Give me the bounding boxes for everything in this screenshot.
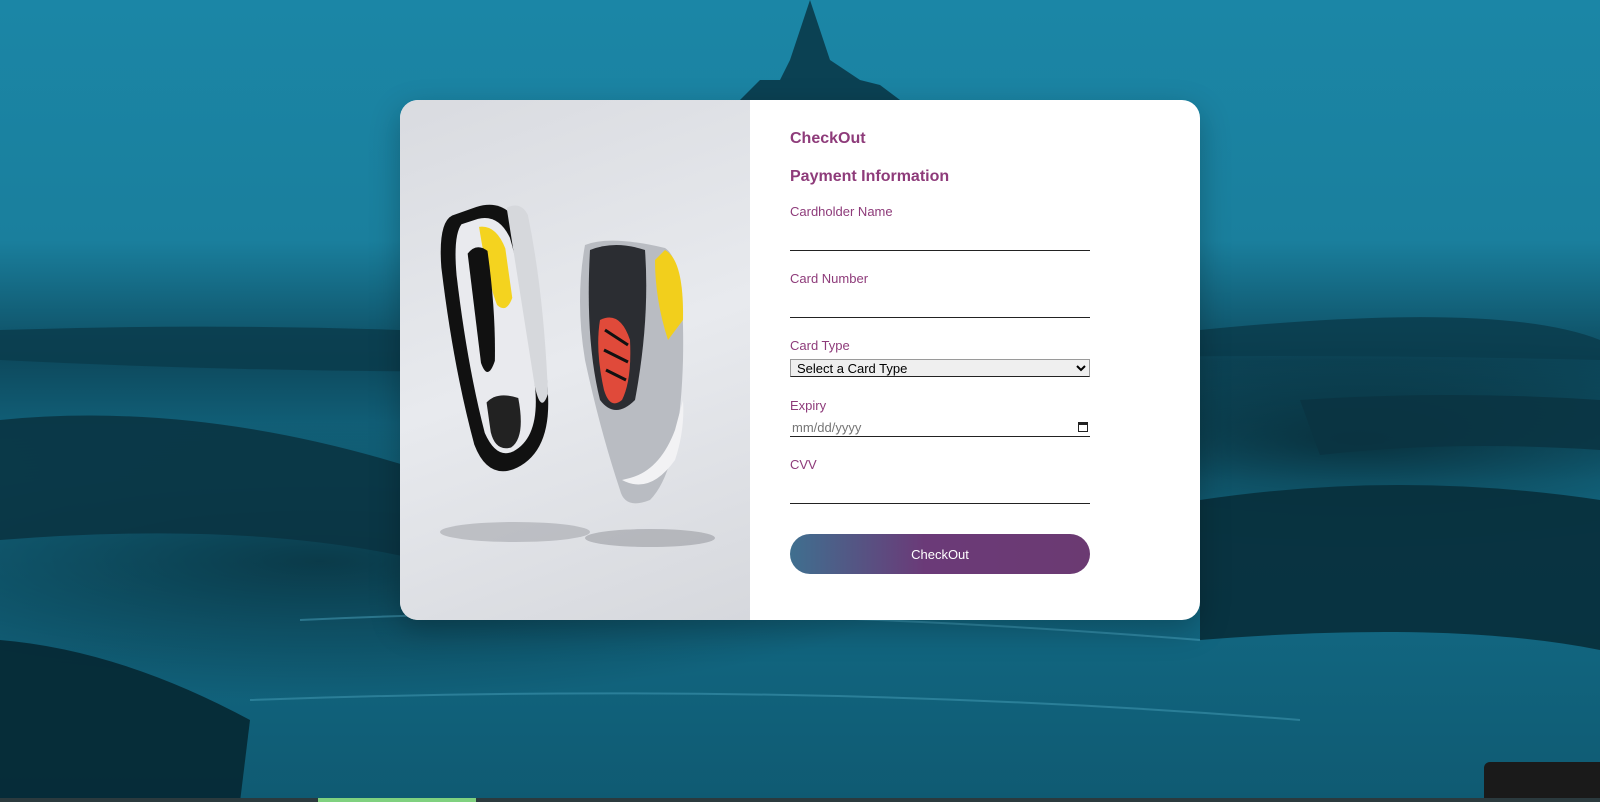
card-type-select[interactable]: Select a Card Type [790, 359, 1090, 377]
calendar-icon[interactable] [1078, 422, 1088, 432]
cardholder-field: Cardholder Name [790, 204, 1090, 251]
checkout-card: CheckOut Payment Information Cardholder … [400, 100, 1200, 620]
section-title: Payment Information [790, 168, 950, 185]
expiry-field: Expiry [790, 398, 1090, 437]
payment-form: CheckOut Payment Information Cardholder … [750, 100, 1200, 620]
card-number-label: Card Number [790, 271, 869, 286]
cardholder-input[interactable] [790, 225, 1090, 251]
checkout-button[interactable]: CheckOut [790, 534, 1090, 574]
card-type-label: Card Type [790, 338, 850, 353]
card-number-input[interactable] [790, 292, 1090, 318]
cardholder-label: Cardholder Name [790, 204, 893, 219]
expiry-input[interactable] [790, 419, 1090, 437]
taskbar-active-item[interactable] [318, 798, 476, 802]
taskbar [0, 798, 1600, 802]
card-number-field: Card Number [790, 271, 1090, 318]
cvv-input[interactable] [790, 478, 1090, 504]
corner-widget [1484, 762, 1600, 802]
expiry-label: Expiry [790, 398, 827, 413]
card-type-field: Card Type Select a Card Type [790, 338, 1090, 378]
page-title: CheckOut [790, 130, 866, 147]
product-image-sneakers [400, 100, 750, 620]
cvv-field: CVV [790, 457, 1090, 504]
cvv-label: CVV [790, 457, 817, 472]
